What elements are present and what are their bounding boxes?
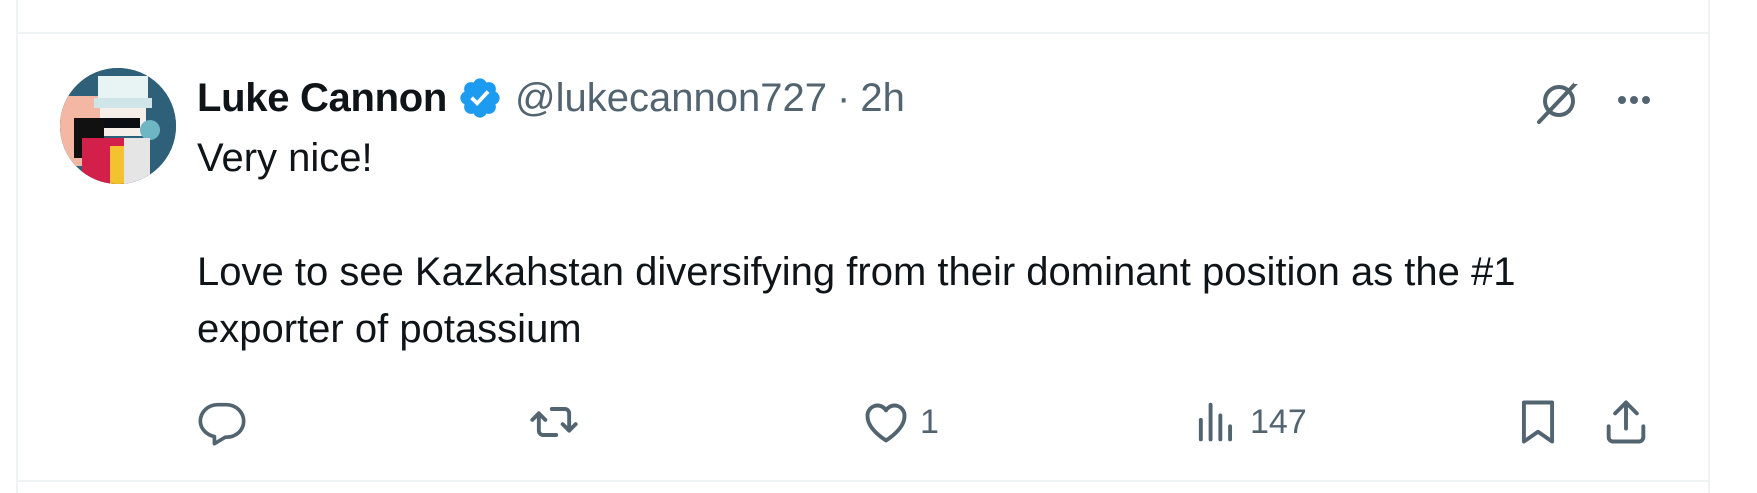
reply-button[interactable] <box>196 394 256 450</box>
next-tweet-edge <box>16 482 1710 493</box>
bookmark-button[interactable] <box>1512 394 1564 450</box>
bookmark-icon <box>1512 396 1564 448</box>
retweet-icon <box>528 396 580 448</box>
verified-badge-icon[interactable] <box>457 75 503 121</box>
tweet-header: Luke Cannon @lukecannon727 · 2h <box>197 72 905 124</box>
display-name[interactable]: Luke Cannon <box>197 76 447 121</box>
like-button[interactable]: 1 <box>860 394 939 450</box>
views-button[interactable]: 147 <box>1190 394 1307 450</box>
like-count: 1 <box>920 402 939 441</box>
more-icon[interactable] <box>1606 72 1662 128</box>
views-icon <box>1190 396 1242 448</box>
user-handle[interactable]: @lukecannon727 <box>515 76 827 121</box>
grok-icon[interactable] <box>1532 72 1588 128</box>
avatar[interactable] <box>60 68 176 184</box>
previous-tweet-edge <box>16 0 1710 32</box>
views-count: 147 <box>1250 402 1307 441</box>
share-icon <box>1600 396 1652 448</box>
heart-icon <box>860 396 912 448</box>
reply-icon <box>196 396 248 448</box>
separator-dot: · <box>837 75 851 120</box>
retweet-button[interactable] <box>528 394 588 450</box>
action-bar: 1 147 <box>0 394 1757 450</box>
share-button[interactable] <box>1600 394 1652 450</box>
tweet-text: Very nice! Love to see Kazkahstan divers… <box>197 136 1516 351</box>
timestamp[interactable]: 2h <box>860 76 905 121</box>
